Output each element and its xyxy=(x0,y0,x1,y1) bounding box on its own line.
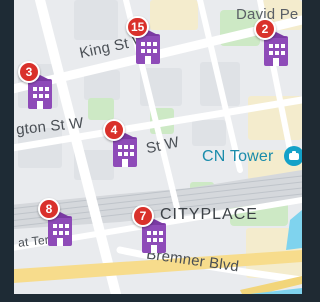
camera-icon[interactable] xyxy=(284,146,302,166)
marker-count-badge: 3 xyxy=(18,61,40,83)
map-marker-7[interactable]: 7 xyxy=(132,205,168,255)
marker-count-badge: 8 xyxy=(38,198,60,220)
marker-count-badge: 4 xyxy=(103,119,125,141)
left-panel-edge xyxy=(0,0,14,302)
marker-count-badge: 2 xyxy=(254,18,276,40)
map-marker-4[interactable]: 4 xyxy=(103,119,139,169)
marker-count-badge: 7 xyxy=(132,205,154,227)
bottom-panel-edge xyxy=(0,294,302,302)
map-marker-15[interactable]: 15 xyxy=(126,16,162,66)
marker-count-badge: 15 xyxy=(126,16,150,38)
neighbourhood-label-cityplace: CITYPLACE xyxy=(160,206,258,223)
map-marker-2[interactable]: 2 xyxy=(254,18,290,68)
map-view[interactable]: King St W gton St W St W Bremner Blvd at… xyxy=(0,0,302,302)
map-marker-3[interactable]: 3 xyxy=(18,61,54,111)
map-marker-8[interactable]: 8 xyxy=(38,198,74,248)
poi-label-cn-tower[interactable]: CN Tower xyxy=(202,148,274,166)
